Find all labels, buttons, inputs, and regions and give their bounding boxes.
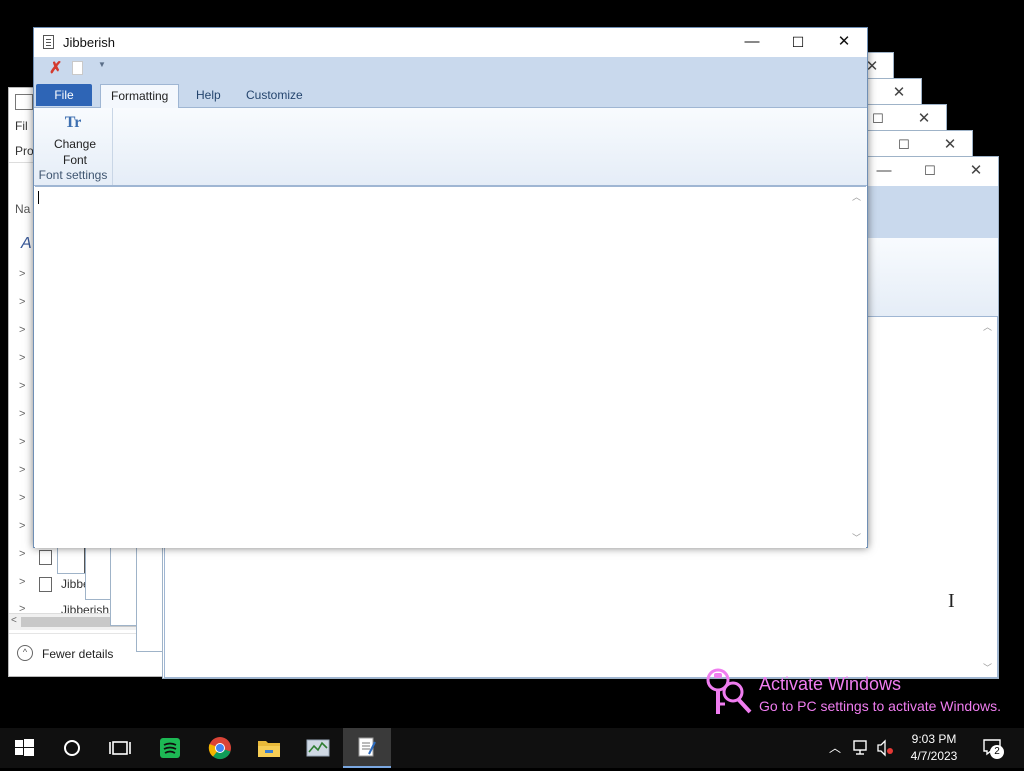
expand-chevron-icon[interactable]: > — [19, 408, 25, 420]
tab-formatting[interactable]: Formatting — [100, 84, 180, 108]
taskbar: ︿ 9:03 PM 4/7/2023 2 — [0, 728, 1024, 768]
font-settings-group: Tr Change Font Font settings — [34, 108, 113, 185]
tab-customize[interactable]: Customize — [236, 84, 313, 106]
scroll-up-icon[interactable]: ︿ — [852, 190, 861, 203]
fewer-details-link[interactable]: Fewer details — [42, 647, 113, 661]
section-header-apps: A — [21, 235, 32, 252]
minimize-button[interactable]: — — [729, 28, 775, 57]
scroll-down-icon[interactable]: ﹀ — [852, 531, 861, 544]
task-manager-tab-processes[interactable]: Pro — [15, 144, 34, 158]
app-icon — [39, 550, 52, 565]
close-icon[interactable]: ✕ — [876, 79, 921, 107]
notepad-icon — [358, 737, 376, 757]
group-label: Font settings — [38, 168, 108, 182]
new-document-icon[interactable] — [72, 61, 83, 75]
spotify-icon — [160, 738, 180, 758]
key-icon — [706, 668, 752, 714]
change-font-label-line2: Font — [62, 153, 87, 167]
expand-chevron-icon[interactable]: > — [19, 296, 25, 308]
customize-qat-dropdown-icon[interactable]: ▼ — [98, 60, 106, 69]
maximize-icon[interactable]: ☐ — [907, 157, 953, 185]
clock-date[interactable]: 4/7/2023 — [902, 749, 966, 763]
network-icon[interactable] — [852, 739, 872, 757]
task-manager-icon — [306, 739, 330, 757]
tab-help[interactable]: Help — [186, 84, 231, 106]
show-hidden-icons-chevron-icon[interactable]: ︿ — [829, 739, 841, 756]
close-icon[interactable]: ✕ — [953, 157, 998, 185]
column-header-name[interactable]: Na — [15, 202, 30, 216]
app-icon — [43, 35, 54, 49]
search-circle-icon — [64, 740, 80, 756]
chrome-taskbar-button[interactable] — [196, 728, 244, 768]
clock-time[interactable]: 9:03 PM — [902, 732, 966, 746]
expand-chevron-icon[interactable]: > — [19, 436, 25, 448]
activation-watermark-subtitle: Go to PC settings to activate Windows. — [759, 698, 1001, 714]
task-view-button[interactable] — [96, 728, 144, 768]
activation-watermark-title: Activate Windows — [759, 674, 902, 694]
expand-chevron-icon[interactable]: > — [19, 576, 25, 588]
spotify-taskbar-button[interactable] — [146, 728, 194, 768]
folder-icon — [258, 741, 280, 757]
expand-chevron-icon[interactable]: > — [19, 548, 25, 560]
volume-muted-icon[interactable] — [876, 739, 896, 757]
start-button[interactable] — [0, 728, 48, 768]
expand-chevron-icon[interactable]: > — [19, 520, 25, 532]
close-icon[interactable]: ✕ — [927, 131, 972, 159]
title-bar[interactable]: Jibberish — ☐ ✕ — [34, 28, 867, 57]
search-button[interactable] — [48, 728, 96, 768]
mouse-ibeam-cursor-icon: I — [948, 590, 955, 612]
jibberish-window: Jibberish — ☐ ✕ ✗ ▼ File Formatting Help… — [33, 27, 868, 548]
exit-icon[interactable]: ✗ — [49, 58, 62, 78]
task-manager-taskbar-button[interactable] — [294, 728, 342, 768]
file-explorer-taskbar-button[interactable] — [245, 728, 293, 768]
expand-chevron-icon[interactable]: > — [19, 324, 25, 336]
maximize-icon[interactable]: ☐ — [881, 131, 927, 159]
font-icon[interactable]: Tr — [64, 114, 82, 132]
window-title: Jibberish — [63, 35, 116, 50]
windows-logo-icon — [15, 739, 34, 756]
scroll-left-icon[interactable]: < — [11, 615, 17, 626]
close-icon[interactable]: ✕ — [901, 105, 946, 133]
expand-chevron-icon[interactable]: > — [19, 464, 25, 476]
change-font-label-line1: Change — [53, 137, 97, 151]
expand-chevron-icon[interactable]: > — [19, 268, 25, 280]
task-manager-icon — [15, 94, 33, 110]
scroll-down-icon[interactable]: ﹀ — [983, 661, 992, 674]
text-caret — [38, 191, 39, 204]
jibberish-taskbar-button[interactable] — [343, 728, 391, 768]
action-center-button[interactable]: 2 — [982, 738, 1004, 759]
quick-access-toolbar: ✗ ▼ — [34, 57, 867, 79]
ribbon-panel: Tr Change Font Font settings — [34, 108, 867, 186]
scroll-up-icon[interactable]: ︿ — [983, 320, 992, 333]
change-font-button[interactable]: Change Font — [34, 136, 116, 168]
vertical-scrollbar[interactable]: ︿ ﹀ — [849, 187, 866, 548]
text-editor[interactable]: ︿ ﹀ — [35, 186, 866, 548]
notification-count-badge: 2 — [990, 745, 1004, 759]
app-icon — [39, 577, 52, 592]
chevron-up-icon[interactable]: ^ — [17, 645, 33, 661]
close-button[interactable]: ✕ — [821, 28, 867, 57]
expand-chevron-icon[interactable]: > — [19, 492, 25, 504]
expand-chevron-icon[interactable]: > — [19, 352, 25, 364]
chrome-icon — [208, 737, 231, 760]
task-view-icon — [109, 741, 131, 755]
vertical-scrollbar[interactable]: ︿ ﹀ — [980, 317, 997, 677]
task-manager-menu-file[interactable]: Fil — [15, 119, 28, 133]
ribbon-tabs: File Formatting Help Customize — [34, 79, 867, 108]
maximize-button[interactable]: ☐ — [775, 28, 821, 57]
expand-chevron-icon[interactable]: > — [19, 380, 25, 392]
tab-file[interactable]: File — [36, 84, 92, 106]
